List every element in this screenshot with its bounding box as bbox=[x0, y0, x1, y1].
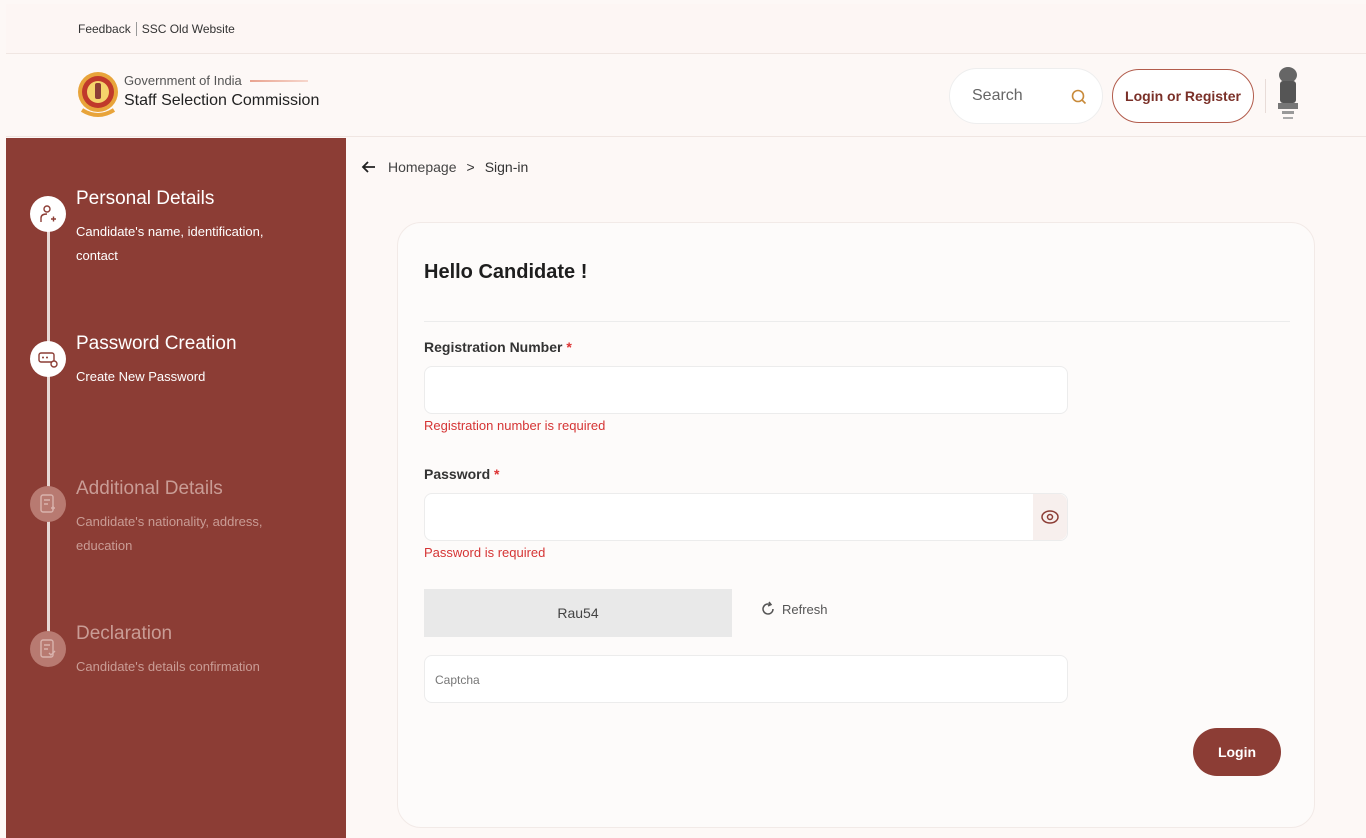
password-icon bbox=[30, 341, 66, 377]
label-text: Registration Number bbox=[424, 339, 563, 355]
divider bbox=[135, 21, 137, 36]
login-card: Hello Candidate ! Registration Number * … bbox=[397, 222, 1315, 828]
captcha-input[interactable] bbox=[425, 656, 1067, 702]
header-divider bbox=[1265, 79, 1266, 113]
divider bbox=[424, 321, 1290, 322]
step-title: Password Creation bbox=[76, 333, 237, 354]
step-title: Declaration bbox=[76, 623, 173, 644]
search-icon[interactable] bbox=[1070, 88, 1088, 106]
step-desc: Create New Password bbox=[76, 369, 206, 384]
registration-number-error: Registration number is required bbox=[424, 418, 606, 433]
label-text: Password bbox=[424, 466, 491, 482]
search-placeholder[interactable]: Search bbox=[972, 87, 1023, 105]
password-label: Password * bbox=[424, 466, 499, 482]
step-title: Additional Details bbox=[76, 478, 223, 499]
greeting-heading: Hello Candidate ! bbox=[424, 261, 588, 283]
required-mark: * bbox=[494, 466, 500, 482]
step-desc: Candidate's nationality, address, educat… bbox=[76, 514, 263, 553]
top-utility-bar: Feedback SSC Old Website bbox=[6, 4, 1366, 54]
step-desc: Candidate's name, identification, contac… bbox=[76, 224, 264, 263]
ssc-logo-icon[interactable] bbox=[76, 66, 120, 122]
document-check-icon bbox=[30, 631, 66, 667]
registration-steps-sidebar: Personal Details Candidate's name, ident… bbox=[6, 138, 346, 838]
registration-number-field[interactable] bbox=[424, 366, 1068, 414]
document-add-icon bbox=[30, 486, 66, 522]
password-error: Password is required bbox=[424, 545, 546, 560]
site-header: Government of India Staff Selection Comm… bbox=[6, 55, 1366, 137]
step-desc: Candidate's details confirmation bbox=[76, 659, 260, 674]
arrow-left-icon[interactable] bbox=[360, 158, 378, 176]
eye-icon[interactable] bbox=[1040, 507, 1060, 527]
gov-label: Government of India bbox=[124, 73, 242, 88]
captcha-field[interactable] bbox=[424, 655, 1068, 703]
breadcrumb-current: Sign-in bbox=[484, 159, 529, 175]
login-button[interactable]: Login bbox=[1193, 728, 1281, 776]
refresh-icon[interactable] bbox=[760, 601, 776, 617]
captcha-image: Rau54 bbox=[424, 589, 732, 637]
show-password-toggle[interactable] bbox=[1033, 494, 1067, 540]
brand-underline bbox=[249, 79, 308, 82]
feedback-link[interactable]: Feedback bbox=[78, 22, 131, 36]
old-website-link[interactable]: SSC Old Website bbox=[142, 22, 235, 36]
password-field[interactable] bbox=[424, 493, 1068, 541]
step-title: Personal Details bbox=[76, 188, 215, 209]
user-add-icon bbox=[30, 196, 66, 232]
password-input[interactable] bbox=[425, 494, 1031, 540]
breadcrumb-separator: > bbox=[466, 159, 475, 175]
login-register-button[interactable]: Login or Register bbox=[1112, 69, 1254, 123]
search-box[interactable]: Search bbox=[949, 68, 1103, 124]
refresh-label[interactable]: Refresh bbox=[782, 602, 828, 617]
breadcrumb-home[interactable]: Homepage bbox=[388, 159, 457, 175]
national-emblem-icon bbox=[1278, 67, 1298, 119]
refresh-captcha-button[interactable]: Refresh bbox=[760, 601, 828, 617]
org-name: Staff Selection Commission bbox=[124, 92, 320, 109]
registration-number-label: Registration Number * bbox=[424, 339, 572, 355]
breadcrumb: Homepage > Sign-in bbox=[360, 158, 528, 176]
progress-line bbox=[47, 210, 50, 640]
brand-text: Government of India Staff Selection Comm… bbox=[124, 73, 319, 110]
required-mark: * bbox=[566, 339, 572, 355]
registration-number-input[interactable] bbox=[425, 367, 1067, 413]
